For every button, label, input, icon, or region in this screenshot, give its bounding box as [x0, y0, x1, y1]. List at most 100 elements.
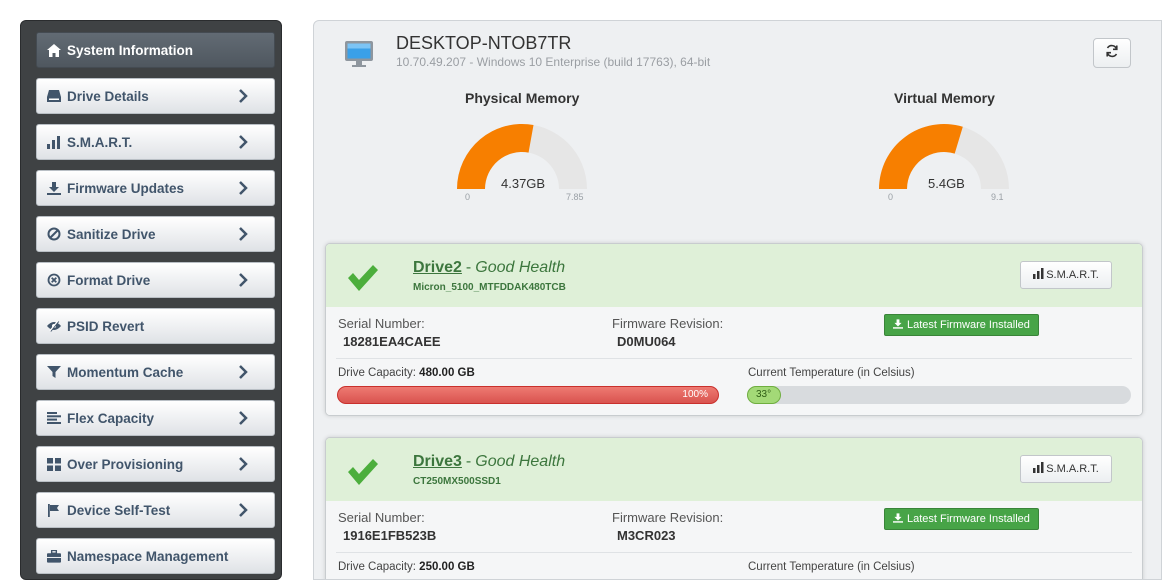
grid-icon	[47, 457, 61, 471]
eye-slash-icon	[47, 319, 61, 333]
capacity-value: 250.00 GB	[419, 561, 475, 573]
sidebar-item-drive-details[interactable]: Drive Details	[36, 78, 275, 114]
firmware-status-text: Latest Firmware Installed	[907, 319, 1030, 331]
sidebar-item-label: PSID Revert	[67, 318, 145, 334]
sidebar-item-device-self-test[interactable]: Device Self-Test	[36, 492, 275, 528]
virtual-memory-max: 9.1	[991, 192, 1004, 202]
bar-chart-icon	[1033, 268, 1046, 282]
temperature-label: Current Temperature (in Celsius)	[748, 561, 915, 573]
refresh-button[interactable]	[1093, 38, 1131, 68]
chevron-right-icon	[238, 503, 248, 517]
virtual-memory-min: 0	[888, 192, 894, 202]
sidebar-item-flex-capacity[interactable]: Flex Capacity	[36, 400, 275, 436]
sidebar-item-psid-revert[interactable]: PSID Revert	[36, 308, 275, 344]
divider	[336, 358, 1132, 359]
sidebar-item-label: Device Self-Test	[67, 502, 171, 518]
home-icon	[47, 43, 61, 57]
drive-title: Drive3- Good Health	[413, 453, 565, 471]
drive-name-link[interactable]: Drive3	[413, 453, 462, 470]
serial-label: Serial Number:	[338, 510, 425, 525]
chevron-right-icon	[238, 365, 248, 379]
times-circle-icon	[47, 273, 61, 287]
drive-health: Good Health	[475, 259, 566, 276]
sidebar-item-label: Namespace Management	[67, 548, 229, 564]
temperature-label: Current Temperature (in Celsius)	[748, 367, 915, 379]
sidebar-item-label: Sanitize Drive	[67, 226, 156, 242]
title-separator: -	[465, 259, 472, 276]
temperature-bar: 33°	[747, 386, 1131, 404]
chevron-right-icon	[238, 273, 248, 287]
download-icon	[893, 318, 907, 332]
refresh-icon	[1105, 44, 1119, 63]
chevron-right-icon	[238, 89, 248, 103]
sidebar-item-over-provisioning[interactable]: Over Provisioning	[36, 446, 275, 482]
flag-icon	[47, 503, 61, 517]
smart-button[interactable]: S.M.A.R.T.	[1020, 261, 1112, 289]
drive-header: Drive3- Good Health CT250MX500SSD1 S.M.A.…	[326, 438, 1142, 501]
sidebar-nav: System Information Drive Details S.M.A.R…	[20, 20, 282, 580]
chevron-right-icon	[238, 411, 248, 425]
sidebar-item-system-information[interactable]: System Information	[36, 32, 275, 68]
serial-label: Serial Number:	[338, 316, 425, 331]
drive-health: Good Health	[475, 453, 566, 470]
sidebar-item-sanitize-drive[interactable]: Sanitize Drive	[36, 216, 275, 252]
drive-body: Serial Number: 18281EA4CAEE Firmware Rev…	[326, 307, 1142, 415]
check-icon	[346, 264, 380, 297]
sidebar-item-momentum-cache[interactable]: Momentum Cache	[36, 354, 275, 390]
sidebar-item-firmware-updates[interactable]: Firmware Updates	[36, 170, 275, 206]
align-left-icon	[47, 411, 61, 425]
sidebar-item-format-drive[interactable]: Format Drive	[36, 262, 275, 298]
sidebar-item-label: Flex Capacity	[67, 410, 155, 426]
firmware-status-badge: Latest Firmware Installed	[884, 508, 1039, 530]
capacity-label: Drive Capacity: 250.00 GB	[338, 561, 475, 573]
sidebar-item-namespace-management[interactable]: Namespace Management	[36, 538, 275, 574]
filter-icon	[47, 365, 61, 379]
system-information-panel: DESKTOP-NTOB7TR 10.70.49.207 - Windows 1…	[313, 20, 1162, 580]
firmware-value: M3CR023	[617, 528, 676, 543]
download-icon	[893, 512, 907, 526]
physical-memory-value: 4.37GB	[501, 176, 546, 191]
system-details: 10.70.49.207 - Windows 10 Enterprise (bu…	[396, 55, 711, 69]
drive-card: Drive3- Good Health CT250MX500SSD1 S.M.A.…	[325, 437, 1143, 579]
sidebar-item-label: S.M.A.R.T.	[67, 134, 133, 150]
sidebar-item-label: Momentum Cache	[67, 364, 184, 380]
sidebar-item-label: Format Drive	[67, 272, 151, 288]
divider	[336, 552, 1132, 553]
briefcase-icon	[47, 549, 61, 563]
smart-button[interactable]: S.M.A.R.T.	[1020, 455, 1112, 483]
title-separator: -	[465, 453, 472, 470]
computer-icon	[344, 39, 374, 69]
sidebar-item-label: Firmware Updates	[67, 180, 185, 196]
chevron-right-icon	[238, 135, 248, 149]
drive-icon	[47, 89, 61, 103]
physical-memory-title: Physical Memory	[465, 90, 580, 106]
capacity-percent: 100%	[682, 389, 708, 400]
physical-memory-min: 0	[465, 192, 471, 202]
smart-button-label: S.M.A.R.T.	[1046, 269, 1099, 281]
ban-icon	[47, 227, 61, 241]
sidebar-item-label: Over Provisioning	[67, 456, 184, 472]
chevron-right-icon	[238, 457, 248, 471]
firmware-value: D0MU064	[617, 334, 676, 349]
virtual-memory-value: 5.4GB	[928, 176, 965, 191]
bar-chart-icon	[1033, 462, 1046, 476]
chevron-right-icon	[238, 181, 248, 195]
drive-model: Micron_5100_MTFDDAK480TCB	[413, 282, 566, 293]
drive-title: Drive2- Good Health	[413, 259, 565, 277]
firmware-status-text: Latest Firmware Installed	[907, 513, 1030, 525]
smart-button-label: S.M.A.R.T.	[1046, 463, 1099, 475]
virtual-memory-title: Virtual Memory	[894, 90, 995, 106]
download-icon	[47, 181, 61, 195]
drive-name-link[interactable]: Drive2	[413, 259, 462, 276]
sidebar-item-label: Drive Details	[67, 88, 149, 104]
temperature-fill: 33°	[747, 386, 781, 404]
hostname: DESKTOP-NTOB7TR	[396, 33, 572, 53]
drive-card: Drive2- Good Health Micron_5100_MTFDDAK48…	[325, 243, 1143, 416]
drive-header: Drive2- Good Health Micron_5100_MTFDDAK48…	[326, 244, 1142, 307]
physical-memory-max: 7.85	[566, 192, 584, 202]
capacity-bar: 100%	[337, 386, 719, 404]
drive-model: CT250MX500SSD1	[413, 476, 501, 487]
sidebar-item-smart[interactable]: S.M.A.R.T.	[36, 124, 275, 160]
check-icon	[346, 458, 380, 491]
capacity-label: Drive Capacity: 480.00 GB	[338, 367, 475, 379]
